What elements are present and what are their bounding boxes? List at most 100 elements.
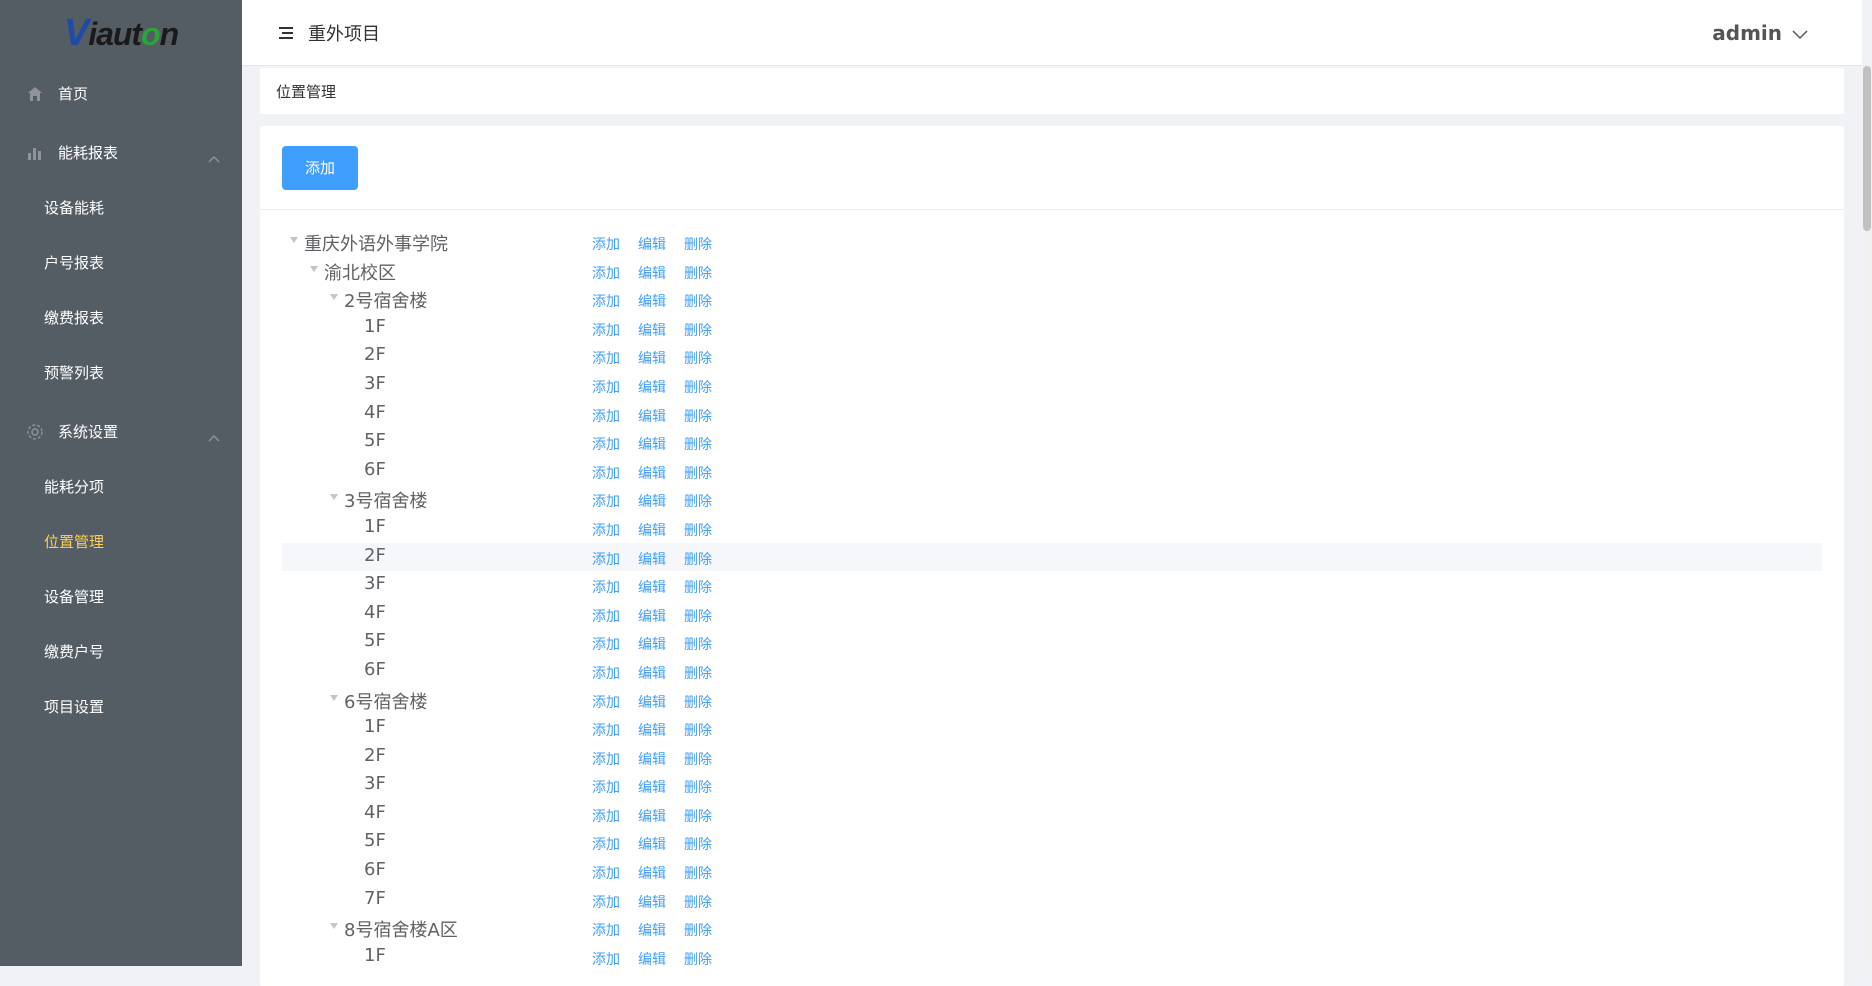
sidebar-item-system-settings[interactable]: 系统设置	[0, 404, 242, 459]
caret-down-icon[interactable]	[330, 294, 338, 301]
node-add-link[interactable]: 添加	[592, 577, 620, 597]
node-edit-link[interactable]: 编辑	[638, 377, 666, 397]
node-add-link[interactable]: 添加	[592, 606, 620, 626]
node-add-link[interactable]: 添加	[592, 320, 620, 340]
node-edit-link[interactable]: 编辑	[638, 291, 666, 311]
node-delete-link[interactable]: 删除	[684, 663, 712, 683]
node-delete-link[interactable]: 删除	[684, 634, 712, 654]
node-edit-link[interactable]: 编辑	[638, 520, 666, 540]
node-delete-link[interactable]: 删除	[684, 920, 712, 940]
tree-node[interactable]: 5F 添加 编辑 删除	[282, 628, 1822, 657]
node-add-link[interactable]: 添加	[592, 463, 620, 483]
node-edit-link[interactable]: 编辑	[638, 920, 666, 940]
node-add-link[interactable]: 添加	[592, 863, 620, 883]
node-add-link[interactable]: 添加	[592, 834, 620, 854]
sidebar-item-device-management[interactable]: 设备管理	[0, 569, 242, 624]
menu-toggle-icon[interactable]	[278, 26, 294, 40]
tree-node[interactable]: 渝北校区 添加 编辑 删除	[282, 257, 1822, 286]
tree-node[interactable]: 2F 添加 编辑 删除	[282, 342, 1822, 371]
node-delete-link[interactable]: 删除	[684, 263, 712, 283]
node-edit-link[interactable]: 编辑	[638, 663, 666, 683]
node-add-link[interactable]: 添加	[592, 749, 620, 769]
node-edit-link[interactable]: 编辑	[638, 720, 666, 740]
node-edit-link[interactable]: 编辑	[638, 406, 666, 426]
tree-node[interactable]: 6F 添加 编辑 删除	[282, 457, 1822, 486]
node-delete-link[interactable]: 删除	[684, 577, 712, 597]
sidebar-item-device-energy[interactable]: 设备能耗	[0, 180, 242, 235]
tree-node[interactable]: 3号宿舍楼 添加 编辑 删除	[282, 485, 1822, 514]
node-add-link[interactable]: 添加	[592, 692, 620, 712]
tree-node[interactable]: 4F 添加 编辑 删除	[282, 400, 1822, 429]
node-delete-link[interactable]: 删除	[684, 606, 712, 626]
node-delete-link[interactable]: 删除	[684, 777, 712, 797]
tree-node[interactable]: 5F 添加 编辑 删除	[282, 828, 1822, 857]
caret-down-icon[interactable]	[330, 494, 338, 501]
node-edit-link[interactable]: 编辑	[638, 777, 666, 797]
tree-node[interactable]: 4F 添加 编辑 删除	[282, 600, 1822, 629]
node-delete-link[interactable]: 删除	[684, 863, 712, 883]
tree-node[interactable]: 3F 添加 编辑 删除	[282, 771, 1822, 800]
tree-node[interactable]: 1F 添加 编辑 删除	[282, 714, 1822, 743]
node-delete-link[interactable]: 删除	[684, 291, 712, 311]
node-edit-link[interactable]: 编辑	[638, 692, 666, 712]
node-delete-link[interactable]: 删除	[684, 434, 712, 454]
tree-node[interactable]: 1F 添加 编辑 删除	[282, 514, 1822, 543]
node-delete-link[interactable]: 删除	[684, 692, 712, 712]
node-add-link[interactable]: 添加	[592, 892, 620, 912]
node-add-link[interactable]: 添加	[592, 348, 620, 368]
node-add-link[interactable]: 添加	[592, 720, 620, 740]
node-delete-link[interactable]: 删除	[684, 892, 712, 912]
tree-node[interactable]: 6F 添加 编辑 删除	[282, 857, 1822, 886]
sidebar-item-location-management[interactable]: 位置管理	[0, 514, 242, 569]
node-add-link[interactable]: 添加	[592, 434, 620, 454]
node-delete-link[interactable]: 删除	[684, 320, 712, 340]
node-add-link[interactable]: 添加	[592, 291, 620, 311]
sidebar-item-payment-report[interactable]: 缴费报表	[0, 290, 242, 345]
sidebar-item-energy-reports[interactable]: 能耗报表	[0, 125, 242, 180]
tree-node[interactable]: 2号宿舍楼 添加 编辑 删除	[282, 285, 1822, 314]
node-add-link[interactable]: 添加	[592, 263, 620, 283]
tree-node[interactable]: 4F 添加 编辑 删除	[282, 800, 1822, 829]
node-edit-link[interactable]: 编辑	[638, 863, 666, 883]
node-add-link[interactable]: 添加	[592, 549, 620, 569]
node-add-link[interactable]: 添加	[592, 234, 620, 254]
node-edit-link[interactable]: 编辑	[638, 892, 666, 912]
sidebar-item-energy-category[interactable]: 能耗分项	[0, 459, 242, 514]
tree-node[interactable]: 重庆外语外事学院 添加 编辑 删除	[282, 228, 1822, 257]
add-button[interactable]: 添加	[282, 145, 358, 190]
tree-node[interactable]: 1F 添加 编辑 删除	[282, 943, 1822, 972]
node-add-link[interactable]: 添加	[592, 520, 620, 540]
node-delete-link[interactable]: 删除	[684, 720, 712, 740]
caret-down-icon[interactable]	[290, 237, 298, 243]
tree-node[interactable]: 2F 添加 编辑 删除	[282, 743, 1822, 772]
node-edit-link[interactable]: 编辑	[638, 834, 666, 854]
sidebar-item-alert-list[interactable]: 预警列表	[0, 345, 242, 400]
node-edit-link[interactable]: 编辑	[638, 634, 666, 654]
tree-node[interactable]: 7F 添加 编辑 删除	[282, 886, 1822, 915]
node-delete-link[interactable]: 删除	[684, 377, 712, 397]
node-delete-link[interactable]: 删除	[684, 520, 712, 540]
node-add-link[interactable]: 添加	[592, 806, 620, 826]
sidebar-item-payment-account[interactable]: 缴费户号	[0, 624, 242, 679]
node-edit-link[interactable]: 编辑	[638, 806, 666, 826]
node-edit-link[interactable]: 编辑	[638, 577, 666, 597]
node-delete-link[interactable]: 删除	[684, 806, 712, 826]
node-edit-link[interactable]: 编辑	[638, 234, 666, 254]
node-delete-link[interactable]: 删除	[684, 406, 712, 426]
node-add-link[interactable]: 添加	[592, 406, 620, 426]
sidebar-item-home[interactable]: 首页	[0, 66, 242, 121]
tree-node[interactable]: 6F 添加 编辑 删除	[282, 657, 1822, 686]
scrollbar-thumb[interactable]	[1863, 66, 1871, 231]
node-edit-link[interactable]: 编辑	[638, 320, 666, 340]
caret-down-icon[interactable]	[310, 265, 318, 272]
node-edit-link[interactable]: 编辑	[638, 463, 666, 483]
caret-down-icon[interactable]	[330, 694, 338, 701]
node-delete-link[interactable]: 删除	[684, 834, 712, 854]
node-delete-link[interactable]: 删除	[684, 463, 712, 483]
caret-down-icon[interactable]	[330, 923, 338, 930]
tree-node[interactable]: 3F 添加 编辑 删除	[282, 371, 1822, 400]
node-edit-link[interactable]: 编辑	[638, 434, 666, 454]
sidebar-item-project-settings[interactable]: 项目设置	[0, 679, 242, 734]
tree-node[interactable]: 1F 添加 编辑 删除	[282, 314, 1822, 343]
node-edit-link[interactable]: 编辑	[638, 749, 666, 769]
